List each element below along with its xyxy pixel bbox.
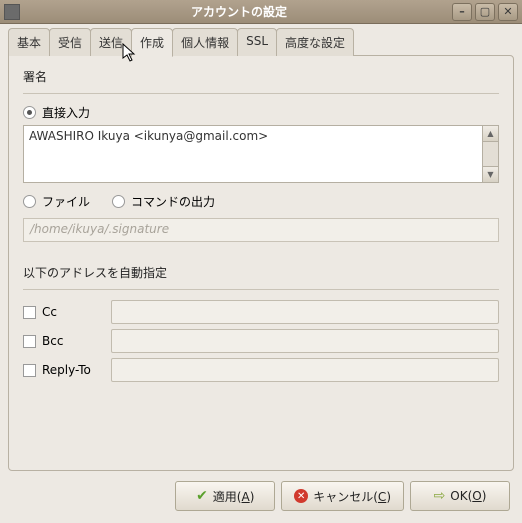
bcc-label: Bcc	[42, 334, 63, 348]
ok-icon: ⇨	[434, 488, 446, 504]
tab-receive[interactable]: 受信	[49, 28, 91, 56]
radio-file[interactable]	[23, 195, 36, 208]
divider-2	[23, 289, 499, 290]
radio-file-label: ファイル	[42, 193, 90, 210]
bcc-checkbox[interactable]	[23, 335, 36, 348]
signature-title: 署名	[23, 68, 499, 85]
tab-send[interactable]: 送信	[90, 28, 132, 56]
signature-textarea[interactable]: AWASHIRO Ikuya <ikunya@gmail.com>	[23, 125, 483, 183]
bcc-row: Bcc	[23, 329, 499, 353]
minimize-button[interactable]: –	[452, 3, 472, 21]
tab-panel: 署名 直接入力 AWASHIRO Ikuya <ikunya@gmail.com…	[8, 55, 514, 471]
radio-command[interactable]	[112, 195, 125, 208]
window-controls: – ▢ ✕	[452, 3, 518, 21]
cc-check-wrap[interactable]: Cc	[23, 305, 111, 319]
scroll-track[interactable]	[483, 142, 498, 166]
button-bar: ✔ 適用(A) ✕ キャンセル(C) ⇨ OK(O)	[8, 471, 514, 515]
tab-personal[interactable]: 個人情報	[172, 28, 238, 56]
cancel-label: キャンセル(C)	[313, 488, 391, 505]
scroll-up-button[interactable]: ▲	[483, 126, 498, 142]
tab-basic[interactable]: 基本	[8, 28, 50, 56]
radio-direct[interactable]	[23, 106, 36, 119]
divider	[23, 93, 499, 94]
replyto-input[interactable]	[111, 358, 499, 382]
radio-direct-row[interactable]: 直接入力	[23, 104, 499, 121]
radio-file-command-row: ファイル コマンドの出力	[23, 193, 499, 210]
tab-advanced[interactable]: 高度な設定	[276, 28, 354, 56]
cc-input[interactable]	[111, 300, 499, 324]
maximize-button[interactable]: ▢	[475, 3, 495, 21]
cancel-button[interactable]: ✕ キャンセル(C)	[281, 481, 404, 511]
content-area: 基本 受信 送信 作成 個人情報 SSL 高度な設定 署名 直接入力 AWASH…	[0, 24, 522, 523]
radio-direct-label: 直接入力	[42, 104, 90, 121]
titlebar: アカウントの設定 – ▢ ✕	[0, 0, 522, 24]
ok-button[interactable]: ⇨ OK(O)	[410, 481, 510, 511]
cc-checkbox[interactable]	[23, 306, 36, 319]
check-icon: ✔	[196, 488, 208, 504]
app-icon	[4, 4, 20, 20]
cancel-icon: ✕	[294, 489, 308, 503]
apply-button[interactable]: ✔ 適用(A)	[175, 481, 275, 511]
replyto-checkbox[interactable]	[23, 364, 36, 377]
tab-strip: 基本 受信 送信 作成 個人情報 SSL 高度な設定	[8, 28, 514, 56]
replyto-label: Reply-To	[42, 363, 91, 377]
scrollbar[interactable]: ▲ ▼	[483, 125, 499, 183]
cc-label: Cc	[42, 305, 57, 319]
bcc-input[interactable]	[111, 329, 499, 353]
replyto-row: Reply-To	[23, 358, 499, 382]
apply-label: 適用(A)	[213, 488, 255, 505]
signature-textarea-wrap: AWASHIRO Ikuya <ikunya@gmail.com> ▲ ▼	[23, 125, 499, 183]
close-button[interactable]: ✕	[498, 3, 518, 21]
scroll-down-button[interactable]: ▼	[483, 166, 498, 182]
signature-path-input: /home/ikuya/.signature	[23, 218, 499, 242]
radio-command-label: コマンドの出力	[131, 193, 215, 210]
auto-title: 以下のアドレスを自動指定	[23, 264, 499, 281]
cc-row: Cc	[23, 300, 499, 324]
tab-compose[interactable]: 作成	[131, 28, 173, 57]
bcc-check-wrap[interactable]: Bcc	[23, 334, 111, 348]
auto-section: 以下のアドレスを自動指定 Cc Bcc Reply-To	[23, 264, 499, 382]
window-title: アカウントの設定	[26, 3, 452, 20]
ok-label: OK(O)	[450, 489, 486, 503]
replyto-check-wrap[interactable]: Reply-To	[23, 363, 111, 377]
tab-ssl[interactable]: SSL	[237, 28, 277, 56]
